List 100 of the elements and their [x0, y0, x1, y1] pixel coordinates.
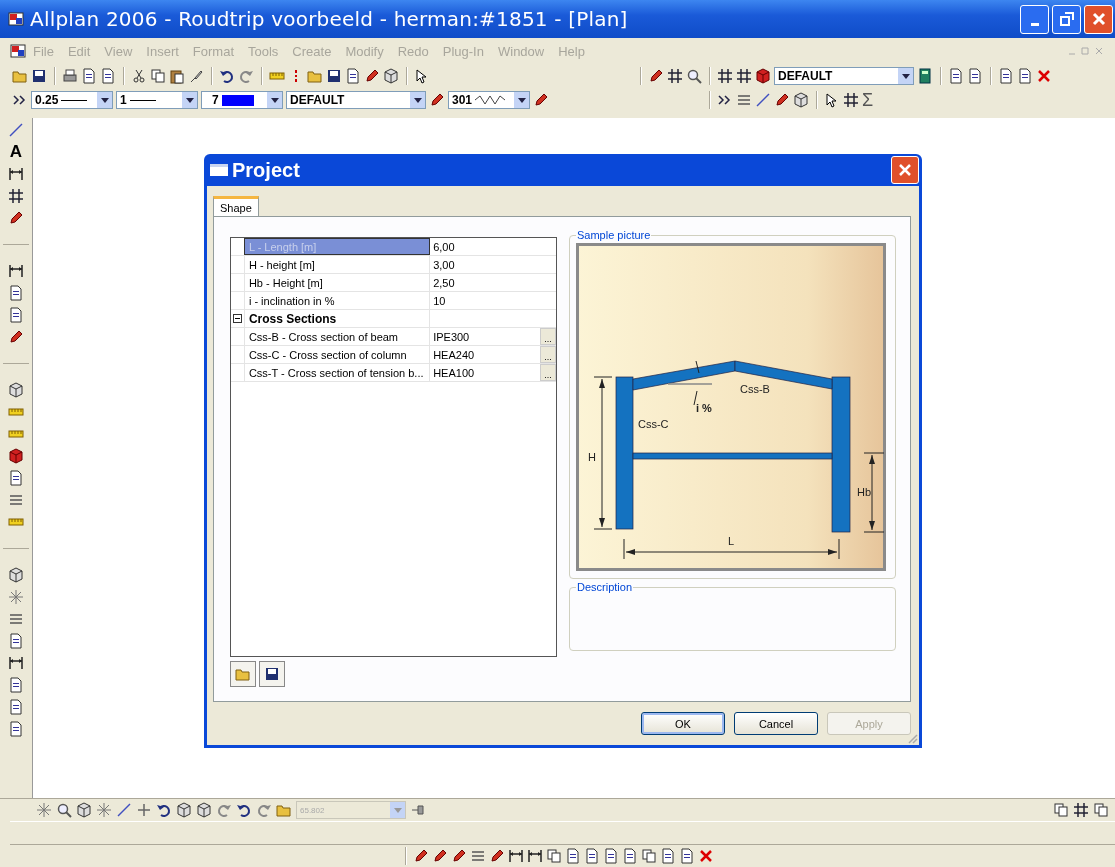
- cube-icon[interactable]: [76, 802, 92, 818]
- dropdown-arrow-icon[interactable]: [270, 97, 279, 103]
- star-icon[interactable]: [8, 589, 24, 605]
- page-icon[interactable]: [8, 285, 24, 301]
- grid-icon[interactable]: [736, 68, 752, 84]
- line-icon[interactable]: [755, 92, 771, 108]
- folder-icon[interactable]: [276, 802, 292, 818]
- dropdown-arrow-icon[interactable]: [185, 97, 194, 103]
- dimension-icon[interactable]: [8, 263, 24, 279]
- line-type-dropdown[interactable]: 1: [116, 91, 198, 109]
- delete-icon[interactable]: [1036, 68, 1052, 84]
- copy-icon[interactable]: [1093, 802, 1109, 818]
- browse-button[interactable]: ...: [540, 346, 556, 363]
- dropdown-arrow-icon[interactable]: [901, 73, 910, 79]
- save-icon[interactable]: [31, 68, 47, 84]
- cube-icon[interactable]: [8, 567, 24, 583]
- cube-icon[interactable]: [8, 382, 24, 398]
- hatch-dropdown[interactable]: 301: [448, 91, 530, 109]
- undo-icon[interactable]: [156, 802, 172, 818]
- cube-icon[interactable]: [383, 68, 399, 84]
- save-button[interactable]: [259, 661, 285, 687]
- sum-button[interactable]: Σ: [862, 89, 874, 111]
- star-icon[interactable]: [36, 802, 52, 818]
- page-icon[interactable]: [584, 848, 600, 864]
- dropdown-arrow-icon[interactable]: [413, 97, 422, 103]
- page-icon[interactable]: [948, 68, 964, 84]
- property-value[interactable]: 6,00: [433, 240, 556, 253]
- line-icon[interactable]: [8, 122, 24, 138]
- page-icon[interactable]: [603, 848, 619, 864]
- layer-dropdown[interactable]: DEFAULT: [286, 91, 426, 109]
- lines-icon[interactable]: [736, 92, 752, 108]
- dropdown-arrow-icon[interactable]: [100, 97, 109, 103]
- grid-icon[interactable]: [717, 68, 733, 84]
- copy-icon[interactable]: [1053, 802, 1069, 818]
- dimension-icon[interactable]: [8, 166, 24, 182]
- dimension-icon[interactable]: [8, 655, 24, 671]
- pen-thickness-dropdown[interactable]: 0.25: [31, 91, 113, 109]
- property-name[interactable]: Hb - Height [m]: [243, 274, 431, 291]
- pencil-icon[interactable]: [451, 848, 467, 864]
- copy-icon[interactable]: [546, 848, 562, 864]
- dialog-button[interactable]: Cancel: [734, 712, 818, 735]
- line-icon[interactable]: [116, 802, 132, 818]
- page-icon[interactable]: [622, 848, 638, 864]
- page-icon[interactable]: [81, 68, 97, 84]
- magnifier-icon[interactable]: [686, 68, 702, 84]
- pencil-icon[interactable]: [8, 210, 24, 226]
- pencil-icon[interactable]: [432, 848, 448, 864]
- page-icon[interactable]: [660, 848, 676, 864]
- page-icon[interactable]: [100, 68, 116, 84]
- pencil-icon[interactable]: [648, 68, 664, 84]
- property-value[interactable]: HEA100: [433, 366, 540, 379]
- pencil-icon[interactable]: [774, 92, 790, 108]
- page-icon[interactable]: [8, 677, 24, 693]
- grid-icon[interactable]: [843, 92, 859, 108]
- cube-icon[interactable]: [196, 802, 212, 818]
- property-name[interactable]: Css-T - Cross section of tension b...: [243, 364, 431, 381]
- property-name[interactable]: Css-C - Cross section of column: [243, 346, 431, 363]
- brush-icon[interactable]: [188, 68, 204, 84]
- page-icon[interactable]: [345, 68, 361, 84]
- text-tool-button[interactable]: A: [9, 144, 23, 160]
- box-icon[interactable]: [8, 448, 24, 464]
- page-icon[interactable]: [967, 68, 983, 84]
- property-value[interactable]: 3,00: [433, 258, 556, 271]
- property-value[interactable]: 2,50: [433, 276, 556, 289]
- page-icon[interactable]: [8, 721, 24, 737]
- grid-icon[interactable]: [8, 188, 24, 204]
- restore-button[interactable]: [1052, 4, 1081, 34]
- property-name[interactable]: i - inclination in %: [243, 292, 431, 309]
- dimension-icon[interactable]: [508, 848, 524, 864]
- pencil-icon[interactable]: [364, 68, 380, 84]
- property-value[interactable]: HEA240: [433, 348, 540, 361]
- cube-icon[interactable]: [176, 802, 192, 818]
- pencil-icon[interactable]: [429, 92, 445, 108]
- page-icon[interactable]: [565, 848, 581, 864]
- save-icon[interactable]: [326, 68, 342, 84]
- collapse-icon[interactable]: [232, 314, 242, 323]
- lines-icon[interactable]: [470, 848, 486, 864]
- undo-icon[interactable]: [219, 68, 235, 84]
- scissors-icon[interactable]: [131, 68, 147, 84]
- page-icon[interactable]: [998, 68, 1014, 84]
- close-button[interactable]: [891, 156, 919, 184]
- property-name[interactable]: Css-B - Cross section of beam: [243, 328, 431, 345]
- box-icon[interactable]: [755, 68, 771, 84]
- browse-button[interactable]: ...: [540, 328, 556, 345]
- pencil-icon[interactable]: [533, 92, 549, 108]
- page-icon[interactable]: [1017, 68, 1033, 84]
- printer-icon[interactable]: [62, 68, 78, 84]
- property-value[interactable]: 10: [433, 294, 556, 307]
- pencil-icon[interactable]: [413, 848, 429, 864]
- page-icon[interactable]: [679, 848, 695, 864]
- pin-icon[interactable]: [410, 802, 426, 818]
- resize-grip-icon[interactable]: [906, 732, 918, 744]
- close-button[interactable]: [1084, 4, 1113, 34]
- pen-color-dropdown[interactable]: 7: [201, 91, 283, 109]
- delete-icon[interactable]: [698, 848, 714, 864]
- clipboard-icon[interactable]: [169, 68, 185, 84]
- browse-button[interactable]: ...: [540, 364, 556, 381]
- page-icon[interactable]: [8, 307, 24, 323]
- calculator-icon[interactable]: [917, 68, 933, 84]
- dropdown-arrow-icon[interactable]: [517, 97, 526, 103]
